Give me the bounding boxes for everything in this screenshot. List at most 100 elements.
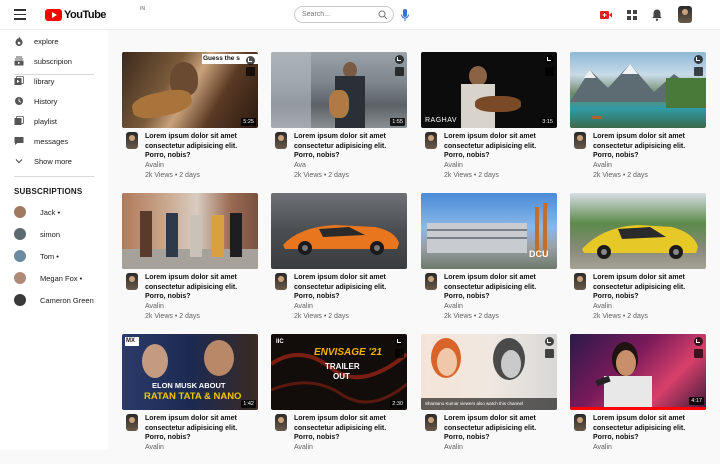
channel-name[interactable]: Avalin bbox=[593, 303, 612, 310]
video-title[interactable]: Lorem ipsum dolor sit amet consectetur a… bbox=[444, 414, 556, 443]
video-thumbnail[interactable]: 4:17 bbox=[570, 334, 706, 410]
sidebar-show-more[interactable]: Show more bbox=[0, 151, 108, 171]
video-title[interactable]: Lorem ipsum dolor sit amet consectetur a… bbox=[444, 132, 556, 161]
video-title[interactable]: Lorem ipsum dolor sit amet consectetur a… bbox=[294, 273, 406, 302]
watch-later-icon[interactable] bbox=[694, 337, 703, 346]
video-thumbnail[interactable]: 1:55 bbox=[271, 52, 407, 128]
channel-avatar[interactable] bbox=[574, 414, 586, 431]
thumbnail-overlay-text: DCU bbox=[529, 249, 549, 259]
channel-avatar[interactable] bbox=[275, 414, 287, 431]
video-card[interactable]: 4:17 Lorem ipsum dolor sit amet consecte… bbox=[570, 334, 706, 464]
channel-avatar[interactable] bbox=[126, 273, 138, 290]
channel-name[interactable]: Ava bbox=[294, 162, 306, 169]
sidebar-item-subscriptions[interactable]: subscripion bbox=[0, 51, 108, 71]
search-input[interactable] bbox=[302, 9, 376, 20]
video-thumbnail[interactable]: RAGHAV 3:15 bbox=[421, 52, 557, 128]
channel-name[interactable]: Avalin bbox=[294, 303, 313, 310]
video-card[interactable]: MX ELON MUSK ABOUT RATAN TATA & NANO 1:4… bbox=[122, 334, 258, 464]
add-to-queue-icon[interactable] bbox=[545, 349, 554, 358]
chevron-down-icon bbox=[15, 159, 23, 164]
video-title[interactable]: Lorem ipsum dolor sit amet consectetur a… bbox=[294, 414, 406, 443]
add-to-queue-icon[interactable] bbox=[694, 349, 703, 358]
channel-name[interactable]: Avalin bbox=[444, 162, 463, 169]
video-card[interactable]: Guess the s 5:25 Lorem ipsum dolor sit a… bbox=[122, 52, 258, 182]
add-to-queue-icon[interactable] bbox=[395, 349, 404, 358]
channel-avatar[interactable] bbox=[126, 414, 138, 431]
video-title[interactable]: Lorem ipsum dolor sit amet consectetur a… bbox=[145, 132, 257, 161]
messages-icon bbox=[14, 137, 24, 145]
channel-name[interactable]: Avalin bbox=[145, 162, 164, 169]
video-card[interactable]: Lorem ipsum dolor sit amet consectetur a… bbox=[122, 193, 258, 323]
video-thumbnail[interactable]: Shantanu Kumar viewers also watch this c… bbox=[421, 334, 557, 410]
subscription-item[interactable]: Cameron Green bbox=[0, 290, 108, 310]
channel-avatar[interactable] bbox=[275, 132, 287, 149]
channel-avatar[interactable] bbox=[275, 273, 287, 290]
sidebar-item-history[interactable]: History bbox=[0, 91, 108, 111]
video-thumbnail[interactable] bbox=[570, 52, 706, 128]
video-thumbnail[interactable]: Guess the s 5:25 bbox=[122, 52, 258, 128]
channel-avatar[interactable] bbox=[425, 273, 437, 290]
user-avatar[interactable] bbox=[678, 6, 692, 23]
video-card[interactable]: Lorem ipsum dolor sit amet consectetur a… bbox=[570, 193, 706, 323]
watch-later-icon[interactable] bbox=[694, 55, 703, 64]
watch-later-icon[interactable] bbox=[395, 55, 404, 64]
video-card[interactable]: Lorem ipsum dolor sit amet consectetur a… bbox=[271, 193, 407, 323]
channel-avatar[interactable] bbox=[574, 273, 586, 290]
video-card[interactable]: IIC ENVISAGE '21 TRAILER OUT 2:30 Lorem … bbox=[271, 334, 407, 464]
channel-avatar[interactable] bbox=[126, 132, 138, 149]
video-title[interactable]: Lorem ipsum dolor sit amet consectetur a… bbox=[294, 132, 406, 161]
subscription-item[interactable]: simon bbox=[0, 224, 108, 244]
video-thumbnail[interactable] bbox=[122, 193, 258, 269]
hamburger-menu-icon[interactable] bbox=[14, 9, 26, 20]
watch-later-icon[interactable] bbox=[545, 55, 554, 64]
video-thumbnail[interactable] bbox=[570, 193, 706, 269]
video-duration: 3:15 bbox=[540, 118, 555, 126]
video-meta: 2k Views • 2 days bbox=[444, 313, 499, 320]
video-title[interactable]: Lorem ipsum dolor sit amet consectetur a… bbox=[593, 132, 705, 161]
subscription-item[interactable]: Megan Fox • bbox=[0, 268, 108, 288]
add-to-queue-icon[interactable] bbox=[694, 67, 703, 76]
video-duration: 1:42 bbox=[241, 400, 256, 408]
search-icon[interactable] bbox=[378, 10, 388, 20]
apps-grid-icon[interactable] bbox=[625, 8, 639, 22]
video-title[interactable]: Lorem ipsum dolor sit amet consectetur a… bbox=[145, 414, 257, 443]
youtube-logo[interactable]: YouTube IN bbox=[45, 6, 145, 22]
create-video-icon[interactable] bbox=[599, 8, 613, 22]
mic-icon[interactable] bbox=[400, 8, 410, 22]
sidebar-item-messages[interactable]: messages bbox=[0, 131, 108, 151]
video-card[interactable]: RAGHAV 3:15 Lorem ipsum dolor sit amet c… bbox=[421, 52, 557, 182]
video-title[interactable]: Lorem ipsum dolor sit amet consectetur a… bbox=[593, 414, 705, 443]
video-title[interactable]: Lorem ipsum dolor sit amet consectetur a… bbox=[444, 273, 556, 302]
video-title[interactable]: Lorem ipsum dolor sit amet consectetur a… bbox=[593, 273, 705, 302]
channel-avatar[interactable] bbox=[574, 132, 586, 149]
channel-name[interactable]: Avalin bbox=[145, 303, 164, 310]
subscription-item[interactable]: Jack • bbox=[0, 202, 108, 222]
subscription-item[interactable]: Tom • bbox=[0, 246, 108, 266]
channel-name[interactable]: Avalin bbox=[593, 162, 612, 169]
video-card[interactable]: DCU Lorem ipsum dolor sit amet consectet… bbox=[421, 193, 557, 323]
video-thumbnail[interactable]: IIC ENVISAGE '21 TRAILER OUT 2:30 bbox=[271, 334, 407, 410]
video-thumbnail[interactable]: DCU bbox=[421, 193, 557, 269]
watch-later-icon[interactable] bbox=[545, 337, 554, 346]
video-title[interactable]: Lorem ipsum dolor sit amet consectetur a… bbox=[145, 273, 257, 302]
sidebar-item-library[interactable]: library bbox=[0, 71, 108, 91]
add-to-queue-icon[interactable] bbox=[545, 67, 554, 76]
video-card[interactable]: Lorem ipsum dolor sit amet consectetur a… bbox=[570, 52, 706, 182]
thumbnail-overlay-text: ENVISAGE '21 bbox=[314, 347, 382, 358]
video-duration: 2:30 bbox=[390, 400, 405, 408]
watch-later-icon[interactable] bbox=[246, 56, 255, 65]
channel-avatar[interactable] bbox=[425, 414, 437, 431]
video-meta: 2k Views • 2 days bbox=[294, 172, 349, 179]
add-to-queue-icon[interactable] bbox=[246, 67, 255, 76]
channel-name[interactable]: Avalin bbox=[444, 303, 463, 310]
video-thumbnail[interactable] bbox=[271, 193, 407, 269]
video-card[interactable]: 1:55 Lorem ipsum dolor sit amet consecte… bbox=[271, 52, 407, 182]
sidebar-item-explore[interactable]: explore bbox=[0, 31, 108, 51]
watch-later-icon[interactable] bbox=[395, 337, 404, 346]
notifications-bell-icon[interactable] bbox=[650, 8, 664, 22]
channel-avatar[interactable] bbox=[425, 132, 437, 149]
video-card[interactable]: Shantanu Kumar viewers also watch this c… bbox=[421, 334, 557, 464]
add-to-queue-icon[interactable] bbox=[395, 67, 404, 76]
sidebar-item-playlist[interactable]: playlist bbox=[0, 111, 108, 131]
video-thumbnail[interactable]: MX ELON MUSK ABOUT RATAN TATA & NANO 1:4… bbox=[122, 334, 258, 410]
